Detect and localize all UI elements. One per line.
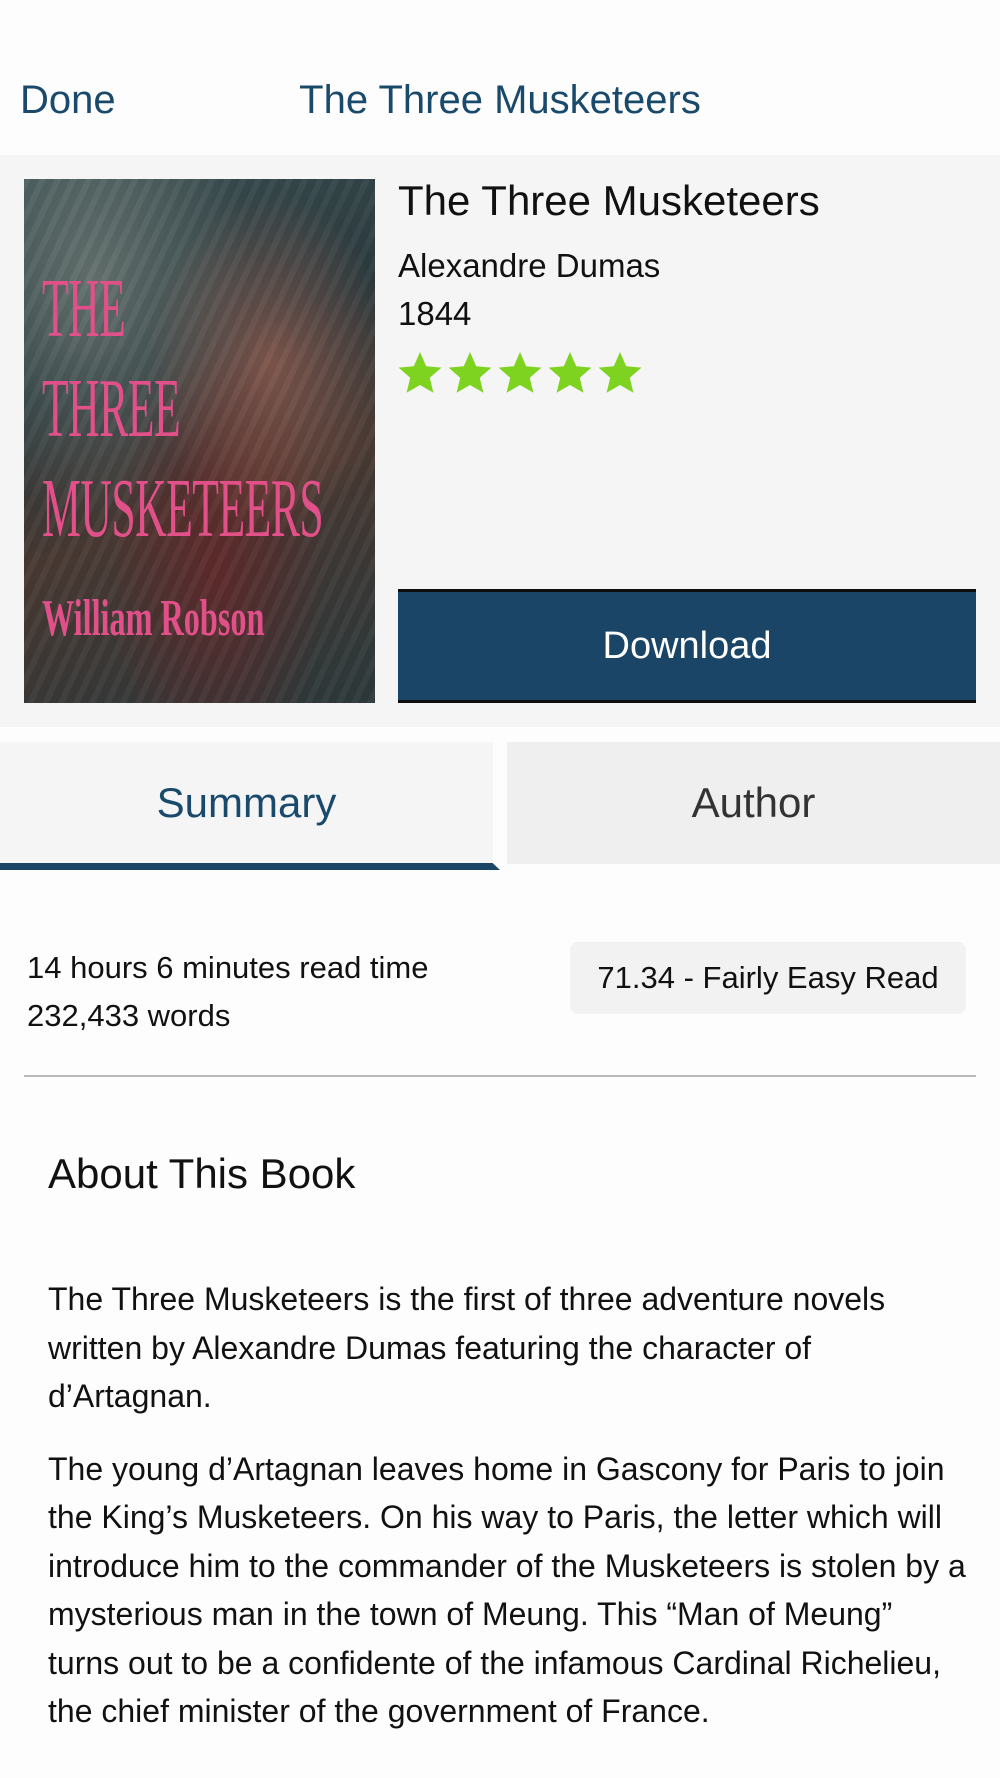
book-author: Alexandre Dumas <box>398 247 661 284</box>
download-button[interactable]: Download <box>398 589 976 703</box>
star-icon <box>598 352 642 393</box>
about-heading: About This Book <box>48 1150 356 1197</box>
read-time: 14 hours 6 minutes read time <box>27 950 429 985</box>
about-paragraph: The Three Musketeers is the first of thr… <box>48 1281 886 1414</box>
cover-title-line: MUSKETEERS <box>42 462 324 555</box>
book-title: The Three Musketeers <box>398 177 820 224</box>
tab-summary[interactable]: Summary <box>0 742 493 864</box>
nav-title-text: The Three Musketeers <box>299 78 701 122</box>
star-rating <box>396 348 644 398</box>
about-paragraph: The young d’Artagnan leaves home in Gasc… <box>48 1450 966 1730</box>
star-icon <box>498 352 542 393</box>
book-header: THE THREE MUSKETEERS William Robson The … <box>0 155 1000 727</box>
cover-title-text: THE THREE MUSKETEERS <box>42 259 324 559</box>
divider <box>24 1075 976 1077</box>
navigation-bar: Done The Three Musketeers <box>0 0 1000 155</box>
tab-author[interactable]: Author <box>507 742 1000 864</box>
book-detail-screen: Done The Three Musketeers THE THREE MUSK… <box>0 0 1000 1778</box>
selected-tab-indicator <box>0 863 500 870</box>
about-description: The Three Musketeers is the first of thr… <box>48 1275 968 1760</box>
cover-title-line: THREE <box>42 362 181 455</box>
tab-bar: Summary Author <box>0 742 1000 870</box>
word-count: 232,433 words <box>27 998 231 1033</box>
star-icon <box>398 352 442 393</box>
book-cover-image: THE THREE MUSKETEERS William Robson <box>24 179 375 703</box>
star-icon <box>448 352 492 393</box>
cover-author-text: William Robson <box>42 590 265 647</box>
readability-badge: 71.34 - Fairly Easy Read <box>570 942 966 1014</box>
cover-title-line: THE <box>42 262 126 355</box>
nav-title: The Three Musketeers <box>0 78 1000 123</box>
publication-year: 1844 <box>398 295 472 332</box>
reading-stats: 14 hours 6 minutes read time 232,433 wor… <box>27 944 429 1040</box>
star-icon <box>548 352 592 393</box>
